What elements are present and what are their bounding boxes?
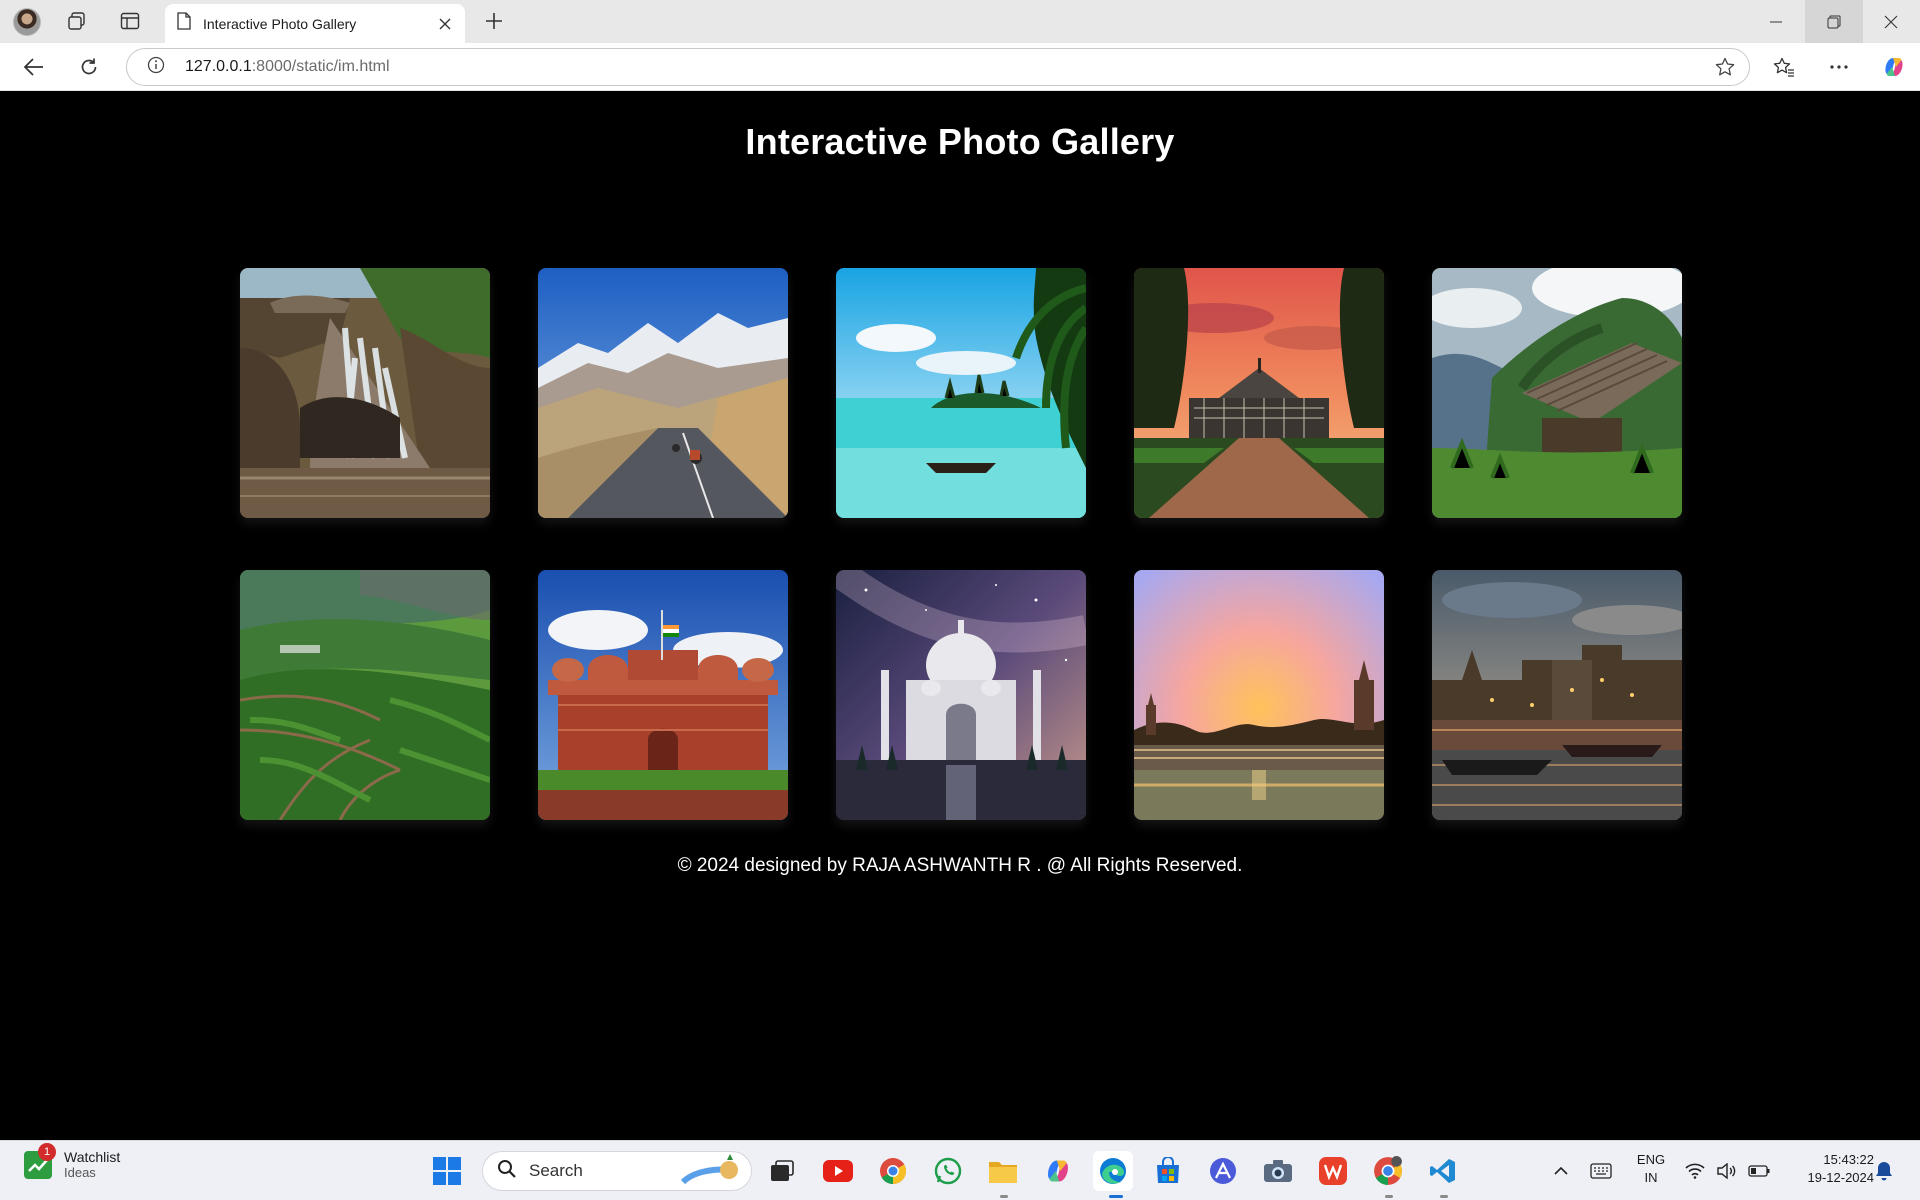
photo-red-fort[interactable] xyxy=(538,570,788,820)
chrome-icon[interactable] xyxy=(873,1151,913,1191)
clock-date: 19-12-2024 xyxy=(1807,1170,1875,1185)
task-view-icon[interactable] xyxy=(762,1151,802,1191)
photo-waterfall[interactable] xyxy=(240,268,490,518)
watchlist-title: Watchlist xyxy=(64,1149,121,1165)
site-info-icon[interactable] xyxy=(147,56,165,79)
photo-river-ghats[interactable] xyxy=(1432,570,1682,820)
workspaces-icon[interactable] xyxy=(61,6,93,36)
chrome-profile-icon[interactable] xyxy=(1368,1151,1408,1191)
running-indicator xyxy=(1440,1195,1448,1198)
new-tab-icon[interactable] xyxy=(478,6,510,36)
page-icon xyxy=(177,12,191,35)
minimize-icon[interactable] xyxy=(1747,0,1805,43)
running-indicator xyxy=(1000,1195,1008,1198)
clock-time: 15:43:22 xyxy=(1823,1152,1874,1167)
close-window-icon[interactable] xyxy=(1862,0,1920,43)
restore-icon[interactable] xyxy=(1805,0,1863,43)
windows-start-icon[interactable] xyxy=(427,1151,467,1191)
wps-office-icon[interactable] xyxy=(1313,1151,1353,1191)
language-code: ENG xyxy=(1636,1152,1666,1167)
edge-icon[interactable] xyxy=(1093,1151,1133,1191)
page-viewport: Interactive Photo Gallery © 2024 designe… xyxy=(5,93,1915,1136)
browser-tab-bar: Interactive Photo Gallery xyxy=(0,0,1920,43)
url-path: :8000/static/im.html xyxy=(251,58,390,75)
address-bar[interactable]: 127.0.0.1:8000/static/im.html xyxy=(126,48,1750,86)
camera-icon[interactable] xyxy=(1258,1151,1298,1191)
file-explorer-icon[interactable] xyxy=(983,1151,1023,1191)
taskbar-search-box[interactable]: Search xyxy=(482,1151,752,1191)
url-host: 127.0.0.1 xyxy=(185,58,252,75)
search-highlight-icon xyxy=(679,1152,743,1191)
url-text: 127.0.0.1:8000/static/im.html xyxy=(185,58,390,76)
copilot-icon[interactable] xyxy=(1877,50,1911,84)
photo-mountain-road[interactable] xyxy=(538,268,788,518)
vscode-icon[interactable] xyxy=(1423,1151,1463,1191)
favorite-star-icon[interactable] xyxy=(1715,57,1735,82)
watchlist-subtitle: Ideas xyxy=(64,1165,96,1180)
search-placeholder: Search xyxy=(529,1161,583,1180)
photo-mountain-hut[interactable] xyxy=(1432,268,1682,518)
watchlist-widget[interactable]: 1 Watchlist Ideas xyxy=(24,1142,121,1180)
search-icon xyxy=(497,1159,517,1184)
page-title: Interactive Photo Gallery xyxy=(745,121,1175,162)
microsoft-store-icon[interactable] xyxy=(1148,1151,1188,1191)
copilot-app-icon[interactable] xyxy=(1038,1151,1078,1191)
photo-glasshouse-sunset[interactable] xyxy=(1134,268,1384,518)
stocks-icon: 1 xyxy=(24,1142,56,1179)
whatsapp-icon[interactable] xyxy=(928,1151,968,1191)
notification-bell-icon[interactable] xyxy=(1866,1151,1902,1191)
refresh-icon[interactable] xyxy=(72,50,106,84)
tab-interactive-photo-gallery[interactable]: Interactive Photo Gallery xyxy=(165,4,465,43)
active-indicator xyxy=(1109,1195,1123,1198)
notification-badge: 1 xyxy=(38,1142,56,1161)
tab-title: Interactive Photo Gallery xyxy=(203,15,357,32)
profile-avatar[interactable] xyxy=(13,8,41,36)
app-launcher-icon[interactable] xyxy=(1203,1151,1243,1191)
browser-toolbar: 127.0.0.1:8000/static/im.html xyxy=(0,43,1920,91)
language-indicator[interactable]: ENG IN xyxy=(1630,1151,1672,1187)
footer-copyright: © 2024 designed by RAJA ASHWANTH R . @ A… xyxy=(677,855,1243,876)
photo-temple-sunset[interactable] xyxy=(1134,570,1384,820)
favorites-icon[interactable] xyxy=(1767,50,1801,84)
region-code: IN xyxy=(1644,1170,1658,1185)
keyboard-icon[interactable] xyxy=(1584,1151,1618,1191)
vertical-tabs-icon[interactable] xyxy=(114,6,146,36)
photo-taj-mahal[interactable] xyxy=(836,570,1086,820)
battery-icon[interactable] xyxy=(1744,1151,1774,1191)
youtube-icon[interactable] xyxy=(818,1151,858,1191)
chevron-up-icon[interactable] xyxy=(1543,1151,1579,1191)
photo-tropical-island[interactable] xyxy=(836,268,1086,518)
more-options-icon[interactable] xyxy=(1822,50,1856,84)
volume-icon[interactable] xyxy=(1712,1151,1742,1191)
clock[interactable]: 15:43:22 19-12-2024 xyxy=(1782,1151,1875,1187)
running-indicator xyxy=(1385,1195,1393,1198)
windows-taskbar: 1 Watchlist Ideas Search ENG IN 15:43:22… xyxy=(0,1140,1920,1200)
back-arrow-icon[interactable] xyxy=(17,50,51,84)
photo-tea-plantation[interactable] xyxy=(240,570,490,820)
wifi-icon[interactable] xyxy=(1680,1151,1710,1191)
close-tab-icon[interactable] xyxy=(431,10,459,38)
